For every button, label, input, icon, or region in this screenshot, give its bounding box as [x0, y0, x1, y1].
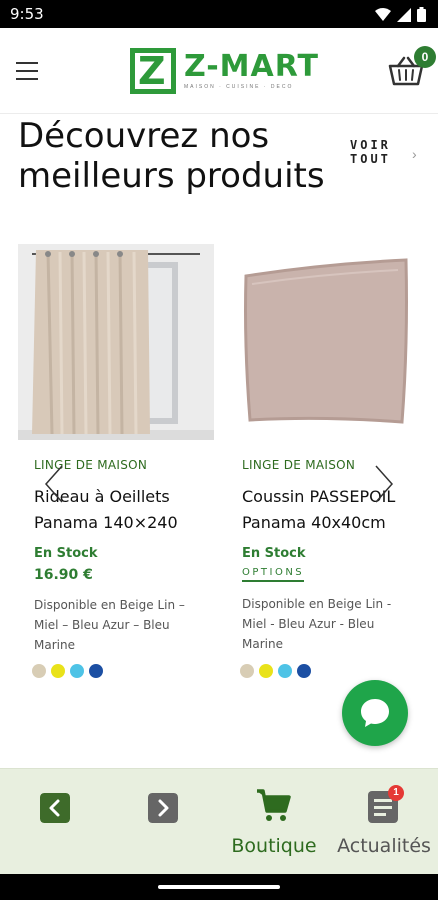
forward-arrow-icon — [148, 793, 178, 823]
nav-actualites-label: Actualités — [337, 835, 431, 857]
product-description: Disponible en Beige Lin – Miel – Bleu Az… — [34, 598, 185, 652]
nav-boutique-label: Boutique — [231, 835, 317, 857]
gesture-bar — [0, 874, 438, 900]
home-indicator[interactable] — [158, 885, 280, 889]
swatch-navy[interactable] — [297, 664, 311, 678]
nav-back[interactable] — [38, 769, 72, 874]
product-title[interactable]: Coussin PASSEPOIL Panama 40x40cm — [242, 484, 438, 536]
swatch-yellow[interactable] — [259, 664, 273, 678]
nav-forward[interactable] — [146, 769, 180, 874]
wifi-icon — [375, 8, 391, 21]
stock-status: En Stock — [34, 546, 98, 561]
logo-name: Z-MART — [184, 49, 319, 84]
product-card[interactable]: LINGE DE MAISON Coussin PASSEPOIL Panama… — [242, 244, 438, 654]
logo-tagline: MAISON · CUISINE · DECO — [184, 84, 294, 90]
cart-count-badge: 0 — [414, 46, 436, 68]
product-category[interactable]: LINGE DE MAISON — [242, 458, 438, 472]
nav-boutique[interactable]: Boutique — [228, 769, 320, 874]
swatch-navy[interactable] — [89, 664, 103, 678]
swatch-light-blue[interactable] — [70, 664, 84, 678]
app-screen: Z Z-MART MAISON · CUISINE · DECO 0 Décou… — [0, 28, 438, 874]
status-time: 9:53 — [10, 5, 44, 23]
curtain-image — [18, 244, 214, 440]
back-arrow-icon — [40, 793, 70, 823]
battery-icon — [417, 7, 426, 22]
logo[interactable]: Z Z-MART MAISON · CUISINE · DECO — [130, 48, 319, 94]
menu-icon[interactable] — [16, 62, 38, 80]
color-swatches — [32, 664, 103, 678]
options-button[interactable]: OPTIONS — [242, 567, 305, 582]
stock-status: En Stock — [242, 546, 306, 561]
voir-tout-link[interactable]: VOIR TOUT — [350, 138, 410, 166]
carousel-next-icon[interactable] — [374, 464, 394, 504]
product-card[interactable]: LINGE DE MAISON Rideau à Oeillets Panama… — [18, 244, 214, 655]
status-icons — [375, 7, 426, 22]
product-image-curtain[interactable] — [18, 244, 214, 440]
shopping-cart-icon — [257, 789, 291, 821]
logo-mark: Z — [130, 48, 176, 94]
news-badge: 1 — [388, 785, 404, 801]
swatch-light-blue[interactable] — [278, 664, 292, 678]
carousel-prev-icon[interactable] — [44, 464, 64, 504]
swatch-yellow[interactable] — [51, 664, 65, 678]
product-image-cushion[interactable] — [242, 244, 438, 440]
status-bar: 9:53 — [0, 0, 438, 28]
product-price: 16.90 € — [34, 567, 93, 583]
nav-actualites[interactable]: Actualités — [336, 769, 432, 874]
section-headline: Découvrez nos meilleurs produits — [18, 116, 325, 196]
swatch-beige[interactable] — [240, 664, 254, 678]
app-header: Z Z-MART MAISON · CUISINE · DECO 0 — [0, 28, 438, 114]
bottom-navigation: Boutique Actualités 1 — [0, 768, 438, 874]
swatch-beige[interactable] — [32, 664, 46, 678]
cushion-image — [242, 244, 438, 440]
chat-button[interactable] — [342, 680, 408, 746]
chevron-right-icon[interactable]: › — [412, 146, 417, 162]
color-swatches — [240, 664, 311, 678]
product-description: Disponible en Beige Lin - Miel - Bleu Az… — [242, 597, 392, 651]
signal-icon — [397, 7, 411, 22]
chat-bubble-icon — [361, 699, 389, 727]
